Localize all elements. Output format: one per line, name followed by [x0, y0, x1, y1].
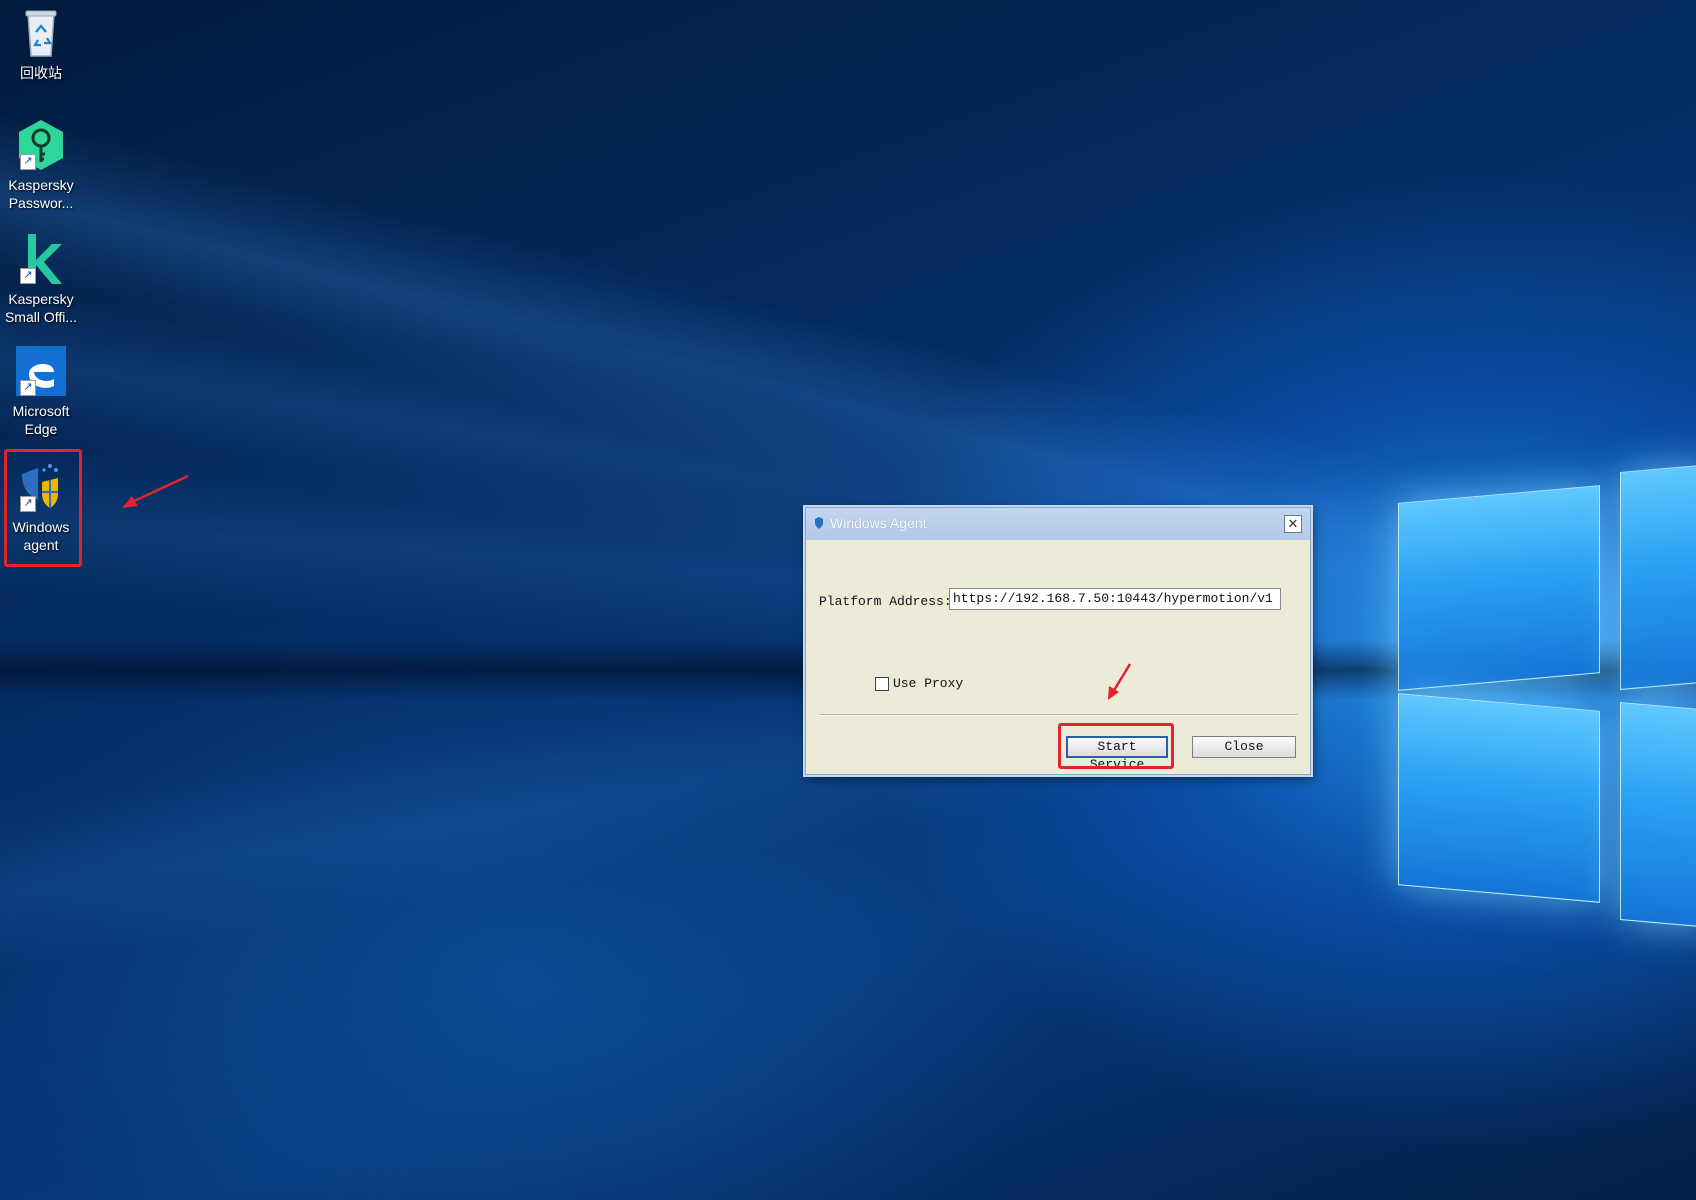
close-button[interactable]: Close	[1192, 736, 1296, 758]
platform-address-label: Platform Address:	[819, 594, 952, 609]
annotation-arrow-icon	[1108, 663, 1132, 700]
use-proxy-label: Use Proxy	[893, 676, 964, 691]
shortcut-arrow-icon: ↗	[20, 154, 36, 170]
shortcut-arrow-icon: ↗	[20, 268, 36, 284]
dialog-titlebar[interactable]: Windows Agent ✕	[806, 508, 1310, 540]
desktop-icon-edge[interactable]: ↗ Microsoft Edge	[4, 344, 78, 438]
desktop-icon-label: 回收站	[20, 65, 62, 81]
annotation-arrow-icon	[122, 474, 189, 508]
use-proxy-checkbox-row[interactable]: Use Proxy	[875, 676, 963, 691]
highlight-box-start-service	[1058, 723, 1174, 769]
platform-address-input[interactable]: https://192.168.7.50:10443/hypermotion/v…	[949, 588, 1281, 610]
recycle-bin-icon	[14, 6, 68, 60]
close-icon[interactable]: ✕	[1284, 515, 1302, 533]
dialog-title: Windows Agent	[830, 515, 927, 531]
desktop-icon-label: Kaspersky Passwor...	[8, 177, 74, 211]
desktop-icon-recycle-bin[interactable]: 回收站	[4, 6, 78, 82]
desktop-icon-label: Microsoft Edge	[12, 403, 70, 437]
dialog-separator	[820, 714, 1298, 716]
app-shield-icon	[815, 517, 823, 529]
highlight-box-windows-agent	[4, 449, 82, 567]
kaspersky-small-office-icon: ↗	[14, 232, 68, 286]
use-proxy-checkbox[interactable]	[875, 676, 889, 691]
edge-icon: ↗	[14, 344, 68, 398]
desktop-icon-label: Kaspersky Small Offi...	[4, 291, 78, 325]
kaspersky-password-icon: ↗	[14, 118, 68, 172]
desktop-icon-kaspersky-small-office[interactable]: ↗ Kaspersky Small Offi...	[4, 232, 78, 326]
desktop-icon-kaspersky-password[interactable]: ↗ Kaspersky Passwor...	[4, 118, 78, 212]
shortcut-arrow-icon: ↗	[20, 380, 36, 396]
